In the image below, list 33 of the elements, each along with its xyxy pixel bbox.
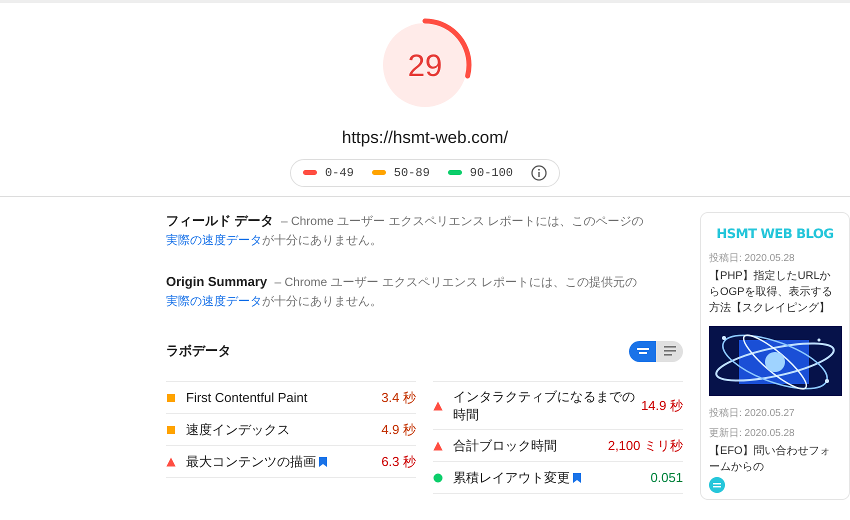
blog-logo: HSMT WEB BLOG [715,226,835,244]
field-data-note: Origin Summary – Chrome ユーザー エクスペリエンス レポートには、この提供元の 実際の速度データ が十分にありません。 [166,273,638,310]
metric-name: First Contentful Paint [185,388,308,406]
post-title[interactable]: 【EFO】問い合わせフォームからの [709,442,841,474]
speed-data-link[interactable]: 実際の速度データ [166,233,262,247]
view-toggle[interactable] [629,340,656,362]
field-data-note: フィールド データ – Chrome ユーザー エクスペリエンス レポートには、このページの 実際の速度データ が十分にありません。 [166,212,645,249]
post-date: 更新日: 2020.05.28 [709,428,795,440]
section-title: ラボデータ [166,342,231,360]
summary-view-icon [636,346,648,356]
metric-value: 0.051 [650,468,683,487]
metric-name: インタラクティブになるまでの時間 [452,388,636,424]
speed-data-link[interactable]: 実際の速度データ [166,294,262,308]
metric-value: 6.3 秒 [381,452,416,471]
view-toggle[interactable] [656,340,683,362]
metric-name: 累積レイアウト変更 [443,468,650,486]
post-date: 投稿日: 2020.05.27 [709,408,795,420]
metric-value: 3.4 秒 [381,388,416,407]
list-view-icon [664,346,676,356]
metric-name: 合計ブロック時間 [452,436,558,454]
info-icon[interactable] [531,164,548,180]
legend-label: 90-100 [470,164,514,182]
legend-label: 50-89 [394,164,430,182]
post-date: 投稿日: 2020.05.28 [709,252,795,264]
metric-name: 最大コンテンツの描画 [176,452,382,470]
metric-name: 速度インデックス [185,420,291,438]
page-url: https://hsmt-web.com/ [342,127,508,149]
legend-label: 0-49 [324,164,354,182]
score-value: 29 [408,48,442,83]
metric-value: 14.9 秒 [641,396,683,415]
metric-value: 2,100 ミリ秒 [608,436,683,455]
metric-value: 4.9 秒 [381,420,416,439]
post-title[interactable]: 【PHP】指定したURLからOGPを取得、表示する方法【スクレイピング】 [709,268,841,316]
